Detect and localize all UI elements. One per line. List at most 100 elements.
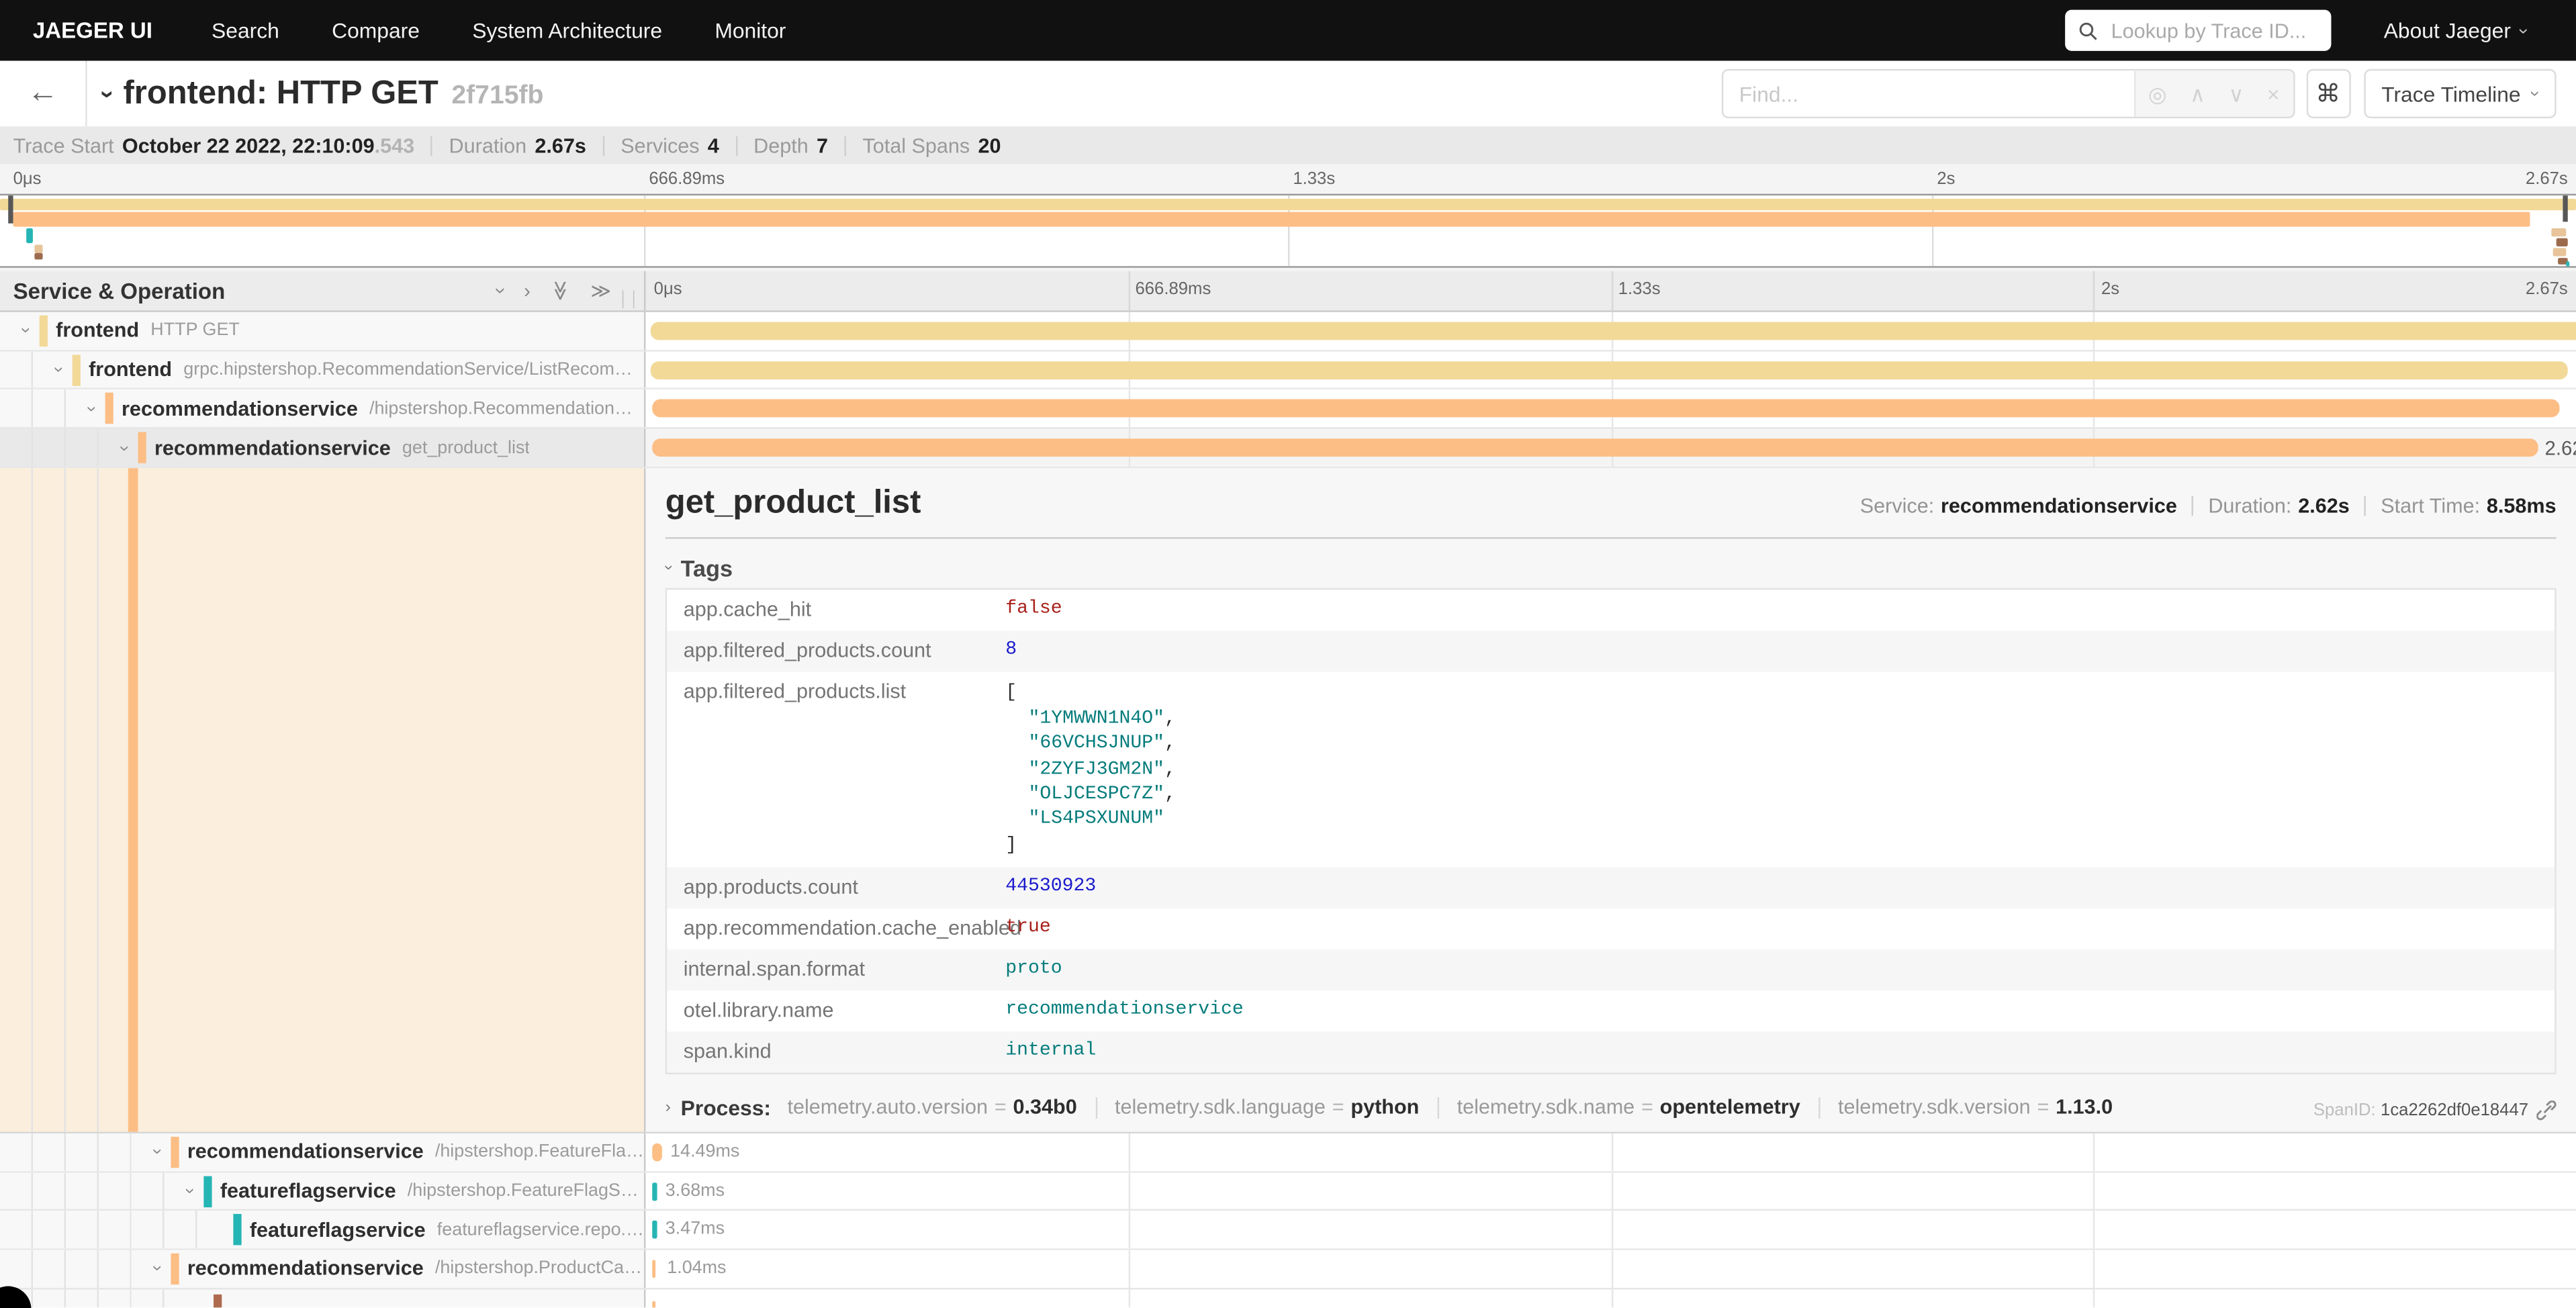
expand-one-icon[interactable]: › bbox=[524, 279, 531, 302]
span-bar[interactable] bbox=[652, 400, 2559, 418]
collapse-one-icon[interactable]: › bbox=[490, 287, 512, 294]
back-arrow-icon: ← bbox=[27, 76, 58, 112]
jaeger-logo[interactable]: JAEGER UI bbox=[33, 18, 152, 43]
operation-name: HTTP GET bbox=[150, 321, 240, 340]
timeline-cell[interactable] bbox=[645, 390, 2576, 428]
tags-accordion-toggle[interactable]: › Tags bbox=[665, 549, 2557, 588]
back-button[interactable]: ← bbox=[0, 61, 87, 127]
collapse-chevron-icon[interactable]: › bbox=[15, 322, 35, 340]
minimap-drag-handle-right[interactable] bbox=[2563, 195, 2567, 222]
process-value: python bbox=[1350, 1096, 1419, 1119]
span-bar[interactable] bbox=[652, 1182, 656, 1201]
timeline-cell[interactable] bbox=[645, 312, 2576, 350]
top-nav: JAEGER UI Search Compare System Architec… bbox=[0, 0, 2576, 61]
prev-result-icon[interactable]: ∧ bbox=[2190, 83, 2205, 105]
about-jaeger-menu[interactable]: About Jaeger › bbox=[2384, 18, 2527, 43]
span-duration-label: 3.68ms bbox=[665, 1180, 725, 1200]
timeline-cell[interactable]: 1.04ms bbox=[645, 1250, 2576, 1288]
link-icon[interactable] bbox=[2536, 1101, 2556, 1120]
find-group: ◎ ∧ ∨ × bbox=[1721, 69, 2295, 118]
service-color-bar bbox=[138, 432, 146, 463]
chevron-down-icon: › bbox=[2526, 91, 2545, 97]
span-bar[interactable] bbox=[652, 1221, 656, 1240]
collapse-chevron-icon[interactable]: › bbox=[147, 1143, 167, 1161]
timeline-cell[interactable]: 3.68ms bbox=[645, 1172, 2576, 1210]
span-bar[interactable] bbox=[651, 322, 2576, 340]
timeline-cell[interactable] bbox=[645, 351, 2576, 389]
gridline bbox=[1128, 1211, 1130, 1249]
timeline-cell[interactable]: 3.47ms bbox=[645, 1211, 2576, 1249]
span-bar[interactable] bbox=[652, 1301, 655, 1308]
nav-compare[interactable]: Compare bbox=[332, 18, 420, 43]
minimap-tick: 1.33s bbox=[1293, 169, 1335, 189]
clear-find-icon[interactable]: × bbox=[2267, 83, 2280, 105]
service-meta-label: Service: bbox=[1860, 494, 1934, 517]
minimap-drag-handle-left[interactable] bbox=[8, 195, 13, 224]
minimap-tick: 2.67s bbox=[2526, 169, 2568, 189]
starttime-meta-value: 8.58ms bbox=[2487, 494, 2557, 517]
collapse-all-icon[interactable]: ≫ bbox=[549, 281, 571, 301]
axis-tick: 1.33s bbox=[1618, 279, 1661, 299]
span-bar[interactable] bbox=[652, 1260, 655, 1278]
collapse-trace-chevron-icon[interactable]: › bbox=[93, 89, 122, 97]
trace-view-dropdown[interactable]: Trace Timeline › bbox=[2363, 69, 2556, 118]
service-name: featureflagservice bbox=[250, 1219, 426, 1242]
span-row-frontend-grpc[interactable]: › frontend grpc.hipstershop.Recommendati… bbox=[0, 351, 2576, 390]
find-input[interactable] bbox=[1722, 71, 2133, 116]
nav-system-architecture[interactable]: System Architecture bbox=[472, 18, 662, 43]
tag-value: true bbox=[1005, 917, 1051, 940]
timeline-cell[interactable]: 2.62s bbox=[645, 429, 2576, 467]
keyboard-shortcuts-button[interactable]: ⌘ bbox=[2306, 69, 2350, 118]
operation-name: /hipstershop.FeatureFlagService/Ge... bbox=[408, 1181, 644, 1201]
collapse-chevron-icon[interactable]: › bbox=[48, 361, 68, 379]
tag-row: app.cache_hit false bbox=[667, 590, 2555, 630]
timeline-axis: 0μs 666.89ms 1.33s 2s 2.67s bbox=[645, 271, 2576, 311]
timeline-cell[interactable] bbox=[645, 1289, 2576, 1308]
chevron-down-icon: › bbox=[2514, 28, 2533, 34]
tag-row: app.filtered_products.list [ "1YMWWN1N4O… bbox=[667, 671, 2555, 867]
span-duration-label: 1.04ms bbox=[667, 1258, 726, 1278]
trace-title-wrap: › frontend: HTTP GET 2f715fb bbox=[103, 75, 1721, 112]
span-row-partial[interactable] bbox=[0, 1289, 2576, 1308]
locate-icon[interactable]: ◎ bbox=[2148, 83, 2167, 105]
span-bar[interactable] bbox=[651, 361, 2568, 379]
service-color-bar bbox=[203, 1176, 212, 1207]
span-duration-label: 3.47ms bbox=[665, 1219, 725, 1239]
service-name: frontend bbox=[56, 319, 139, 342]
collapse-chevron-icon[interactable]: › bbox=[180, 1182, 199, 1200]
json-close-bracket: ] bbox=[1005, 833, 1176, 858]
collapse-chevron-icon[interactable]: › bbox=[81, 400, 101, 418]
process-value: 0.34b0 bbox=[1013, 1096, 1077, 1119]
column-resizer[interactable]: ││ bbox=[619, 291, 641, 307]
minimap-span bbox=[0, 199, 2576, 210]
total-spans-value: 20 bbox=[978, 135, 1001, 158]
timeline-cell[interactable]: 14.49ms bbox=[645, 1133, 2576, 1171]
span-duration-label: 14.49ms bbox=[670, 1141, 739, 1161]
nav-monitor[interactable]: Monitor bbox=[715, 18, 786, 43]
span-row-featureflag-grpc-parent[interactable]: › recommendationservice /hipstershop.Fea… bbox=[0, 1133, 2576, 1172]
collapse-chevron-icon[interactable]: › bbox=[147, 1260, 167, 1278]
service-color-bar bbox=[171, 1137, 179, 1168]
next-result-icon[interactable]: ∨ bbox=[2228, 83, 2244, 105]
tag-row: app.products.count 44530923 bbox=[667, 867, 2555, 908]
jaeger-trace-page: JAEGER UI Search Compare System Architec… bbox=[0, 0, 2576, 1308]
span-row-recommendation-grpc[interactable]: › recommendationservice /hipstershop.Rec… bbox=[0, 390, 2576, 429]
process-accordion-toggle[interactable]: › Process: telemetry.auto.version = 0.34… bbox=[665, 1095, 2557, 1120]
gridline bbox=[1611, 271, 1612, 311]
span-bar[interactable] bbox=[652, 1143, 662, 1162]
nav-search[interactable]: Search bbox=[212, 18, 279, 43]
span-row-get-product-list[interactable]: › recommendationservice get_product_list… bbox=[0, 429, 2576, 468]
span-bar[interactable] bbox=[652, 439, 2538, 457]
collapse-chevron-icon[interactable]: › bbox=[114, 438, 134, 457]
trace-lookup-input[interactable] bbox=[2108, 17, 2318, 44]
span-row-frontend-http-get[interactable]: › frontend HTTP GET bbox=[0, 312, 2576, 351]
span-row-featureflagservice-repo-query[interactable]: featureflagservice featureflagservice.re… bbox=[0, 1211, 2576, 1250]
span-row-featureflagservice-grpc[interactable]: › featureflagservice /hipstershop.Featur… bbox=[0, 1172, 2576, 1211]
gridline bbox=[2093, 1133, 2095, 1171]
expand-all-icon[interactable]: ≫ bbox=[590, 279, 611, 302]
span-row-productcatalog-grpc[interactable]: › recommendationservice /hipstershop.Pro… bbox=[0, 1250, 2576, 1289]
depth-value: 7 bbox=[817, 135, 828, 158]
tag-key: otel.library.name bbox=[684, 999, 1005, 1022]
search-icon bbox=[2078, 21, 2098, 40]
trace-minimap[interactable] bbox=[0, 194, 2576, 268]
